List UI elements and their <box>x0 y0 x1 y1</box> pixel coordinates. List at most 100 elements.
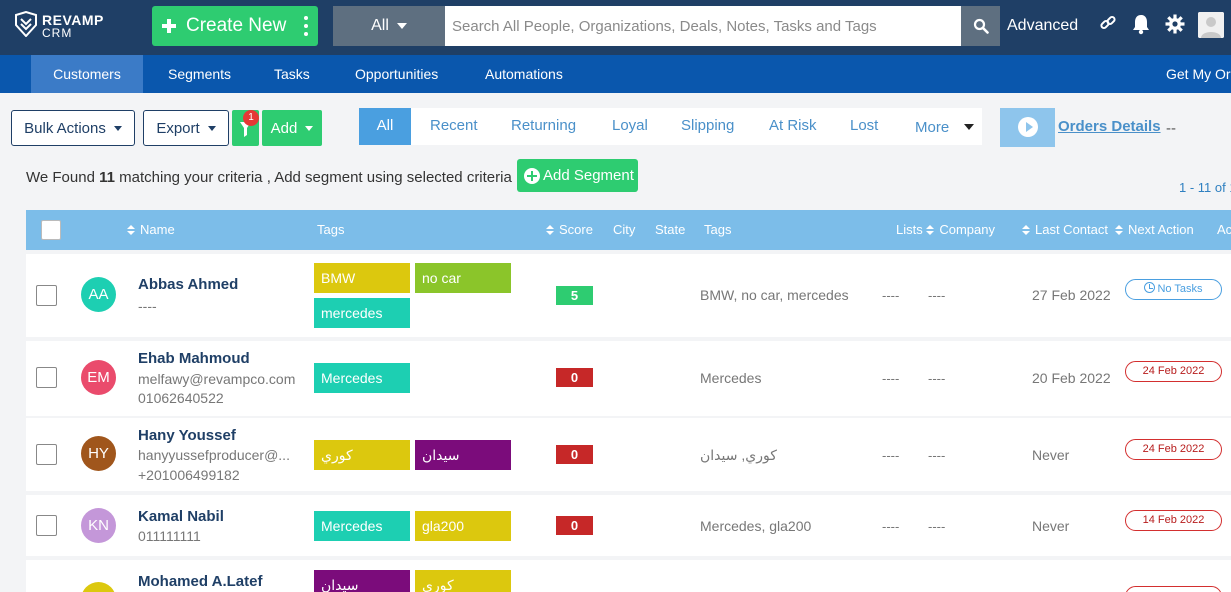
search-scope-label: All <box>371 17 389 34</box>
add-segment-label: Add Segment <box>543 167 634 184</box>
tab-slipping[interactable]: Slipping <box>681 108 734 145</box>
results-prefix: We Found <box>26 169 100 186</box>
sort-icon <box>926 225 935 235</box>
avatar <box>81 582 116 592</box>
revamp-crm-logo[interactable]: REVAMP CRM <box>14 11 114 41</box>
company-value: ---- <box>928 519 946 534</box>
row-checkbox[interactable] <box>36 367 57 388</box>
tags-text: Mercedes, gla200 <box>700 518 812 534</box>
table-row[interactable]: HY Hany Youssef hanyyussefproducer@... +… <box>26 418 1231 491</box>
company-value: ---- <box>928 448 946 463</box>
chevron-down-icon[interactable] <box>964 124 974 130</box>
score-badge: 0 <box>556 516 593 535</box>
search-scope-select[interactable]: All <box>333 6 445 46</box>
lists-value: ---- <box>882 371 900 386</box>
tab-lost[interactable]: Lost <box>850 108 878 145</box>
contact-name[interactable]: Hany Youssef <box>138 427 236 444</box>
column-header-lists[interactable]: Lists Company <box>896 210 995 250</box>
next-action-badge[interactable]: 24 Feb 2022 <box>1125 361 1222 382</box>
pagination-info: 1 - 11 of 11 <box>1179 180 1231 195</box>
table-row[interactable]: AA Abbas Ahmed ---- BMW no car mercedes … <box>26 254 1231 337</box>
link-icon[interactable] <box>1098 13 1120 35</box>
last-contact-value: Never <box>1032 447 1070 463</box>
export-button[interactable]: Export <box>143 110 229 146</box>
column-header-last-contact[interactable]: Last Contact <box>1022 210 1108 250</box>
tab-more[interactable]: More <box>915 110 949 147</box>
nav-item-automations[interactable]: Automations <box>485 55 563 93</box>
orders-value: -- <box>1166 120 1176 137</box>
chevron-down-icon <box>207 125 216 131</box>
advanced-search-link[interactable]: Advanced <box>1007 17 1078 35</box>
tags-text: كوري, سيدان <box>700 447 777 463</box>
sort-icon <box>1022 225 1030 235</box>
column-header-name[interactable]: Name <box>127 210 175 250</box>
table-row[interactable]: EM Ehab Mahmoud melfawy@revampco.com 010… <box>26 341 1231 416</box>
logo-subtext: CRM <box>42 26 73 40</box>
company-value: ---- <box>928 288 946 303</box>
row-checkbox[interactable] <box>36 444 57 465</box>
tab-recent[interactable]: Recent <box>430 108 478 145</box>
add-segment-button[interactable]: Add Segment <box>517 159 638 192</box>
sort-icon <box>546 225 554 235</box>
add-label: Add <box>270 119 298 137</box>
contact-name[interactable]: Abbas Ahmed <box>138 276 238 293</box>
tags-text: Mercedes <box>700 370 762 386</box>
next-action-badge[interactable] <box>1125 586 1222 592</box>
orders-details-link[interactable]: Orders Details <box>1058 118 1161 135</box>
segment-tabs: All Recent Returning Loyal Slipping At R… <box>359 108 982 145</box>
score-badge: 5 <box>556 286 593 305</box>
contact-email: hanyyussefproducer@... <box>138 447 290 463</box>
tab-at-risk[interactable]: At Risk <box>769 108 817 145</box>
tag-chip: BMW <box>314 263 410 293</box>
table-row[interactable]: KN Kamal Nabil 011111111 Mercedes gla200… <box>26 495 1231 556</box>
gear-icon[interactable] <box>1164 13 1186 35</box>
bulk-actions-label: Bulk Actions <box>24 119 106 137</box>
table-header: Name Tags Score City State Tags Lists Co… <box>26 210 1231 250</box>
tag-chip: Mercedes <box>314 511 410 541</box>
avatar: AA <box>81 277 116 312</box>
next-action-badge[interactable]: 24 Feb 2022 <box>1125 439 1222 460</box>
nav-item-tasks[interactable]: Tasks <box>274 55 310 93</box>
next-action-badge[interactable]: No Tasks <box>1125 279 1222 300</box>
last-contact-value: 20 Feb 2022 <box>1032 370 1111 386</box>
play-icon[interactable] <box>1018 117 1038 137</box>
tab-returning[interactable]: Returning <box>511 108 576 145</box>
search-button[interactable] <box>961 6 1000 46</box>
get-my-orders-link[interactable]: Get My Orders <box>1166 55 1231 93</box>
next-action-badge[interactable]: 14 Feb 2022 <box>1125 510 1222 531</box>
global-search-input[interactable] <box>445 6 961 46</box>
user-avatar-icon[interactable] <box>1198 12 1224 38</box>
create-new-button[interactable]: Create New <box>152 6 318 46</box>
column-header-score[interactable]: Score <box>546 210 593 250</box>
sort-icon <box>127 225 135 235</box>
column-header-next-action[interactable]: Next Action <box>1115 210 1194 250</box>
top-bar: REVAMP CRM Create New All Advanced <box>0 0 1231 55</box>
select-all-checkbox[interactable] <box>41 220 61 240</box>
bulk-actions-button[interactable]: Bulk Actions <box>11 110 135 146</box>
contact-name[interactable]: Mohamed A.Latef <box>138 573 262 590</box>
row-checkbox[interactable] <box>36 285 57 306</box>
tag-chip: كوري <box>314 440 410 470</box>
nav-item-customers[interactable]: Customers <box>31 55 143 93</box>
contact-name[interactable]: Ehab Mahmoud <box>138 350 250 367</box>
tag-chip: كوري <box>415 570 511 592</box>
tab-loyal[interactable]: Loyal <box>612 108 648 145</box>
add-button[interactable]: Add <box>262 110 322 146</box>
tab-all[interactable]: All <box>359 108 411 145</box>
bell-icon[interactable] <box>1130 13 1152 35</box>
results-summary: We Found 11 matching your criteria , Add… <box>26 169 512 186</box>
last-contact-value: 27 Feb 2022 <box>1032 287 1111 303</box>
tag-chip: سيدان <box>314 570 410 592</box>
contact-name[interactable]: Kamal Nabil <box>138 508 224 525</box>
table-row[interactable]: Mohamed A.Latef سيدان كوري <box>26 560 1231 592</box>
tags-text: BMW, no car, mercedes <box>700 287 849 303</box>
chevron-down-icon <box>113 125 122 131</box>
nav-item-opportunities[interactable]: Opportunities <box>355 55 438 93</box>
row-checkbox[interactable] <box>36 515 57 536</box>
results-count: 11 <box>99 169 115 186</box>
kebab-menu-icon[interactable] <box>304 16 308 36</box>
sort-icon <box>1115 225 1123 235</box>
nav-item-segments[interactable]: Segments <box>168 55 231 93</box>
filter-count-badge: 1 <box>243 110 259 126</box>
column-header-city: City <box>613 222 636 237</box>
